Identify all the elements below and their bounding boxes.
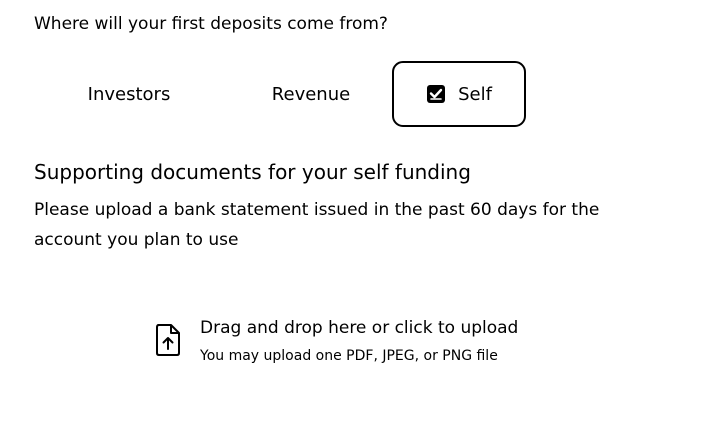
checkbox-checked-icon: [426, 84, 446, 104]
section-description: Please upload a bank statement issued in…: [34, 200, 600, 250]
section-title: Supporting documents for your self fundi…: [34, 160, 471, 184]
option-self[interactable]: Self: [392, 61, 526, 127]
file-upload-icon: [154, 323, 182, 357]
option-revenue[interactable]: Revenue: [236, 61, 386, 127]
option-investors-label: Investors: [87, 83, 171, 105]
upload-title: Drag and drop here or click to upload: [200, 318, 519, 338]
deposit-source-question: Where will your first deposits come from…: [34, 14, 388, 34]
option-self-label: Self: [458, 83, 492, 105]
upload-dropzone[interactable]: Drag and drop here or click to upload Yo…: [140, 305, 560, 385]
upload-subtitle: You may upload one PDF, JPEG, or PNG fil…: [200, 348, 498, 364]
option-investors[interactable]: Investors: [54, 61, 204, 127]
option-revenue-label: Revenue: [271, 83, 351, 105]
